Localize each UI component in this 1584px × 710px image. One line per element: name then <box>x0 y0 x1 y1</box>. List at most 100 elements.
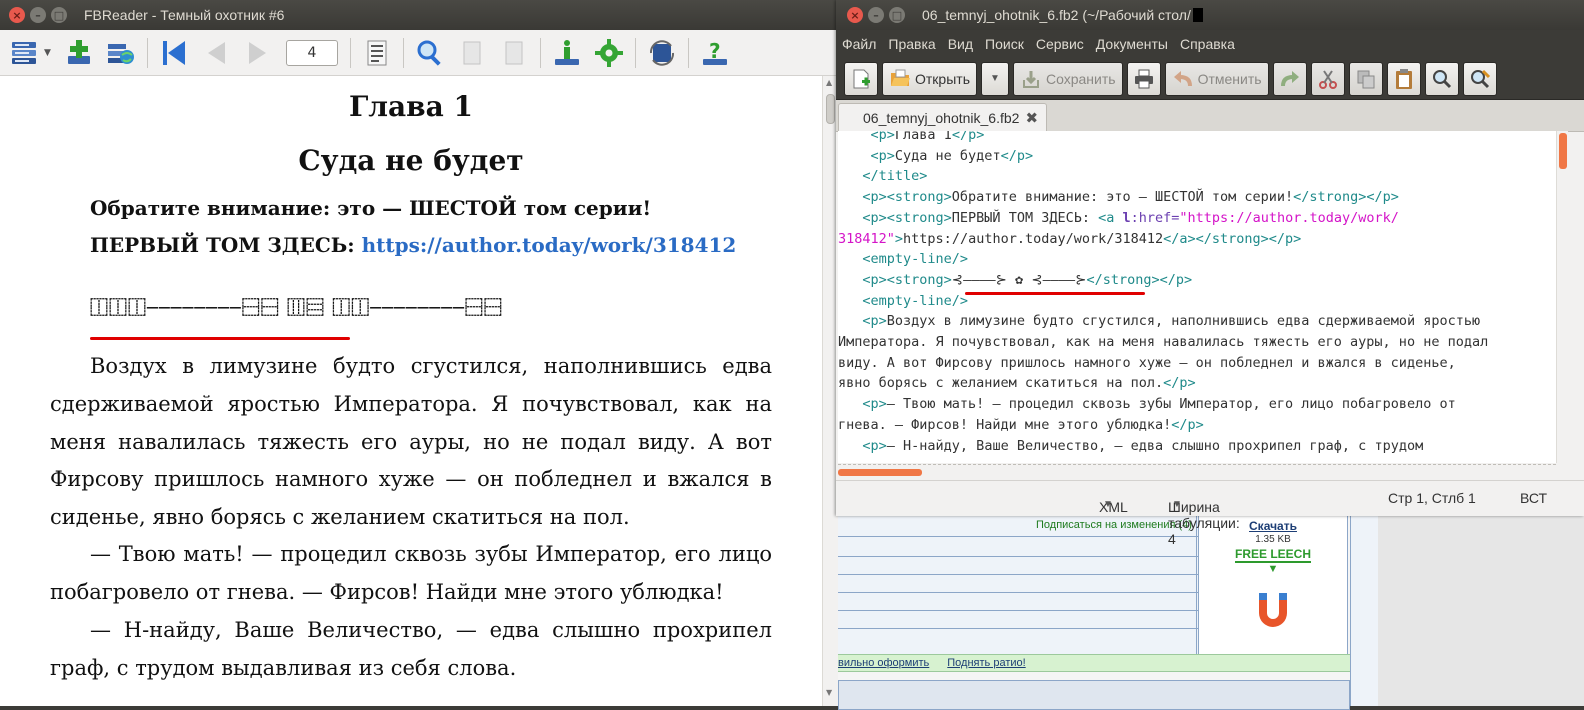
close-window-button[interactable]: × <box>9 7 25 23</box>
search-icon <box>417 40 441 66</box>
menu-search[interactable]: Поиск <box>985 36 1024 52</box>
toolbar-separator <box>402 37 404 68</box>
add-book-button[interactable] <box>61 35 97 71</box>
gear-icon <box>594 38 623 67</box>
first-volume-label: ПЕРВЫЙ ТОМ ЗДЕСЬ: <box>90 233 362 257</box>
go-first-icon <box>162 40 185 65</box>
format-rules-link[interactable]: вильно оформить <box>838 657 929 669</box>
maximize-window-button[interactable]: □ <box>889 7 905 23</box>
code-text: — Н-найду, Ваше Величество, — едва слышн… <box>886 437 1424 454</box>
menu-view[interactable]: Вид <box>948 36 973 52</box>
status-bar: XML ▼ Ширина табуляции: 4 ▼ Стр 1, Стлб 1 … <box>836 480 1584 547</box>
search-button[interactable] <box>412 35 448 71</box>
actions-bar: вильно оформить Поднять ратио! <box>838 654 1350 672</box>
code-line: <p>Воздух в лимузине будто сгустился, на… <box>862 313 1481 330</box>
chevron-up-icon[interactable]: ▲ <box>826 78 832 87</box>
go-to-start-button[interactable] <box>156 35 192 71</box>
network-library-icon <box>107 43 134 64</box>
menu-tools[interactable]: Сервис <box>1036 36 1084 52</box>
find-replace-icon <box>1470 69 1490 88</box>
chevron-down-icon: ▼ <box>990 73 1000 84</box>
open-button[interactable]: Открыть <box>882 61 977 96</box>
book-info-button[interactable] <box>549 35 585 71</box>
code-editor[interactable]: <p>Глава 1</p> <p>Суда не будет</p> </ti… <box>838 131 1556 463</box>
recent-files-dropdown[interactable]: ▼ <box>980 61 1009 96</box>
code-line: гнева. — Фирсов! Найди мне этого ублюдка… <box>838 416 1204 433</box>
code-string: "https://author.today/work/ <box>1179 209 1399 226</box>
menu-bar: Файл Правка Вид Поиск Сервис Документы С… <box>836 30 1584 58</box>
first-volume-line: ПЕРВЫЙ ТОМ ЗДЕСЬ: https://author.today/w… <box>90 233 736 257</box>
editor-hscroll-thumb[interactable] <box>838 469 922 476</box>
help-button[interactable]: ? <box>697 35 733 71</box>
save-icon <box>1022 70 1039 88</box>
copy-button[interactable] <box>1348 61 1383 96</box>
book-reading-area[interactable]: Глава 1 Суда не будет Обратите внимание:… <box>0 76 822 706</box>
page-number-input[interactable]: 4 <box>285 39 338 66</box>
rotate-screen-button[interactable] <box>644 35 680 71</box>
print-button[interactable] <box>1126 61 1161 96</box>
editor-horizontal-scrollbar[interactable] <box>838 464 1556 478</box>
paragraph-2: — Твою мать! — процедил сквозь зубы Импе… <box>50 542 772 604</box>
minimize-window-button[interactable]: – <box>30 7 46 23</box>
code-line: явно борясь с желанием скатиться на пол.… <box>838 375 1196 392</box>
raise-ratio-link[interactable]: Поднять ратио! <box>947 657 1025 669</box>
maximize-window-button[interactable]: □ <box>51 7 67 23</box>
menu-help[interactable]: Справка <box>1180 36 1235 52</box>
undo-button[interactable]: Отменить <box>1164 61 1269 96</box>
clipboard-icon <box>1395 68 1412 89</box>
find-button[interactable] <box>1424 61 1459 96</box>
code-line: <empty-line/> <box>862 292 969 309</box>
redo-button[interactable] <box>1272 61 1307 96</box>
cut-button[interactable] <box>1310 61 1345 96</box>
paste-button[interactable] <box>1386 61 1421 96</box>
code-text: Глава 1 <box>894 131 952 143</box>
first-volume-link[interactable]: https://author.today/work/318412 <box>362 233 737 257</box>
chevron-down-icon: ▼ <box>1172 499 1182 510</box>
redacted-block <box>1192 8 1203 22</box>
close-window-button[interactable]: × <box>847 7 863 23</box>
close-tab-icon[interactable]: ✖ <box>1025 109 1038 127</box>
menu-edit[interactable]: Правка <box>888 36 935 52</box>
preferences-button[interactable] <box>591 35 627 71</box>
menu-file[interactable]: Файл <box>842 36 876 52</box>
next-page-button[interactable] <box>240 35 276 71</box>
red-underline-annotation <box>90 337 350 340</box>
chevron-down-icon[interactable]: ▼ <box>826 688 832 697</box>
chevron-down-icon[interactable]: ▼ <box>44 48 51 58</box>
editor-vertical-scrollbar[interactable] <box>1556 131 1568 463</box>
code-text: виду. А вот Фирсову пришлось намного хуж… <box>838 354 1456 371</box>
previous-page-button[interactable] <box>198 35 234 71</box>
find-replace-button[interactable] <box>1462 61 1497 96</box>
undo-icon <box>1173 70 1192 86</box>
network-library-button[interactable] <box>103 35 139 71</box>
new-document-button[interactable] <box>844 61 878 96</box>
page-side-column <box>1350 516 1378 706</box>
code-text: ПЕРВЫЙ ТОМ ЗДЕСЬ: <box>951 209 1099 226</box>
find-next-button[interactable] <box>496 35 532 71</box>
info-icon <box>554 39 579 65</box>
undo-button-label: Отменить <box>1197 70 1262 87</box>
save-button[interactable]: Сохранить <box>1012 61 1123 96</box>
red-underline-annotation <box>965 292 1145 295</box>
code-line: <p>— Твою мать! — процедил сквозь зубы И… <box>862 396 1456 413</box>
table-rule <box>838 628 1198 629</box>
find-next-icon <box>505 41 523 64</box>
cursor-position: Стр 1, Стлб 1 <box>1388 490 1476 506</box>
table-of-contents-button[interactable] <box>359 35 395 71</box>
minimize-window-button[interactable]: – <box>868 7 884 23</box>
editor-scrollbar-thumb[interactable] <box>1559 133 1567 169</box>
table-rule <box>838 610 1198 611</box>
code-line: 318412">https://author.today/work/318412… <box>838 230 1302 247</box>
free-leech-badge: FREE LEECH <box>1234 547 1311 563</box>
library-button[interactable] <box>6 35 42 71</box>
magnet-link-button[interactable] <box>1253 589 1293 633</box>
find-previous-button[interactable] <box>454 35 490 71</box>
tab-document-label: 06_temnyj_ohotnik_6.fb2 <box>863 109 1020 126</box>
code-line: <p><strong>Обратите внимание: это — ШЕСТ… <box>862 189 1399 206</box>
menu-documents[interactable]: Документы <box>1096 36 1168 52</box>
gedit-toolbar: Открыть ▼ Сохранить Отменить <box>836 58 1584 100</box>
tab-document[interactable]: 06_temnyj_ohotnik_6.fb2 ✖ <box>838 103 1048 131</box>
code-text: Императора. Я почувствовал, как на меня … <box>838 334 1489 350</box>
window-title: FBReader - Темный охотник #6 <box>84 7 285 23</box>
reader-scrollbar-thumb[interactable] <box>826 94 835 124</box>
